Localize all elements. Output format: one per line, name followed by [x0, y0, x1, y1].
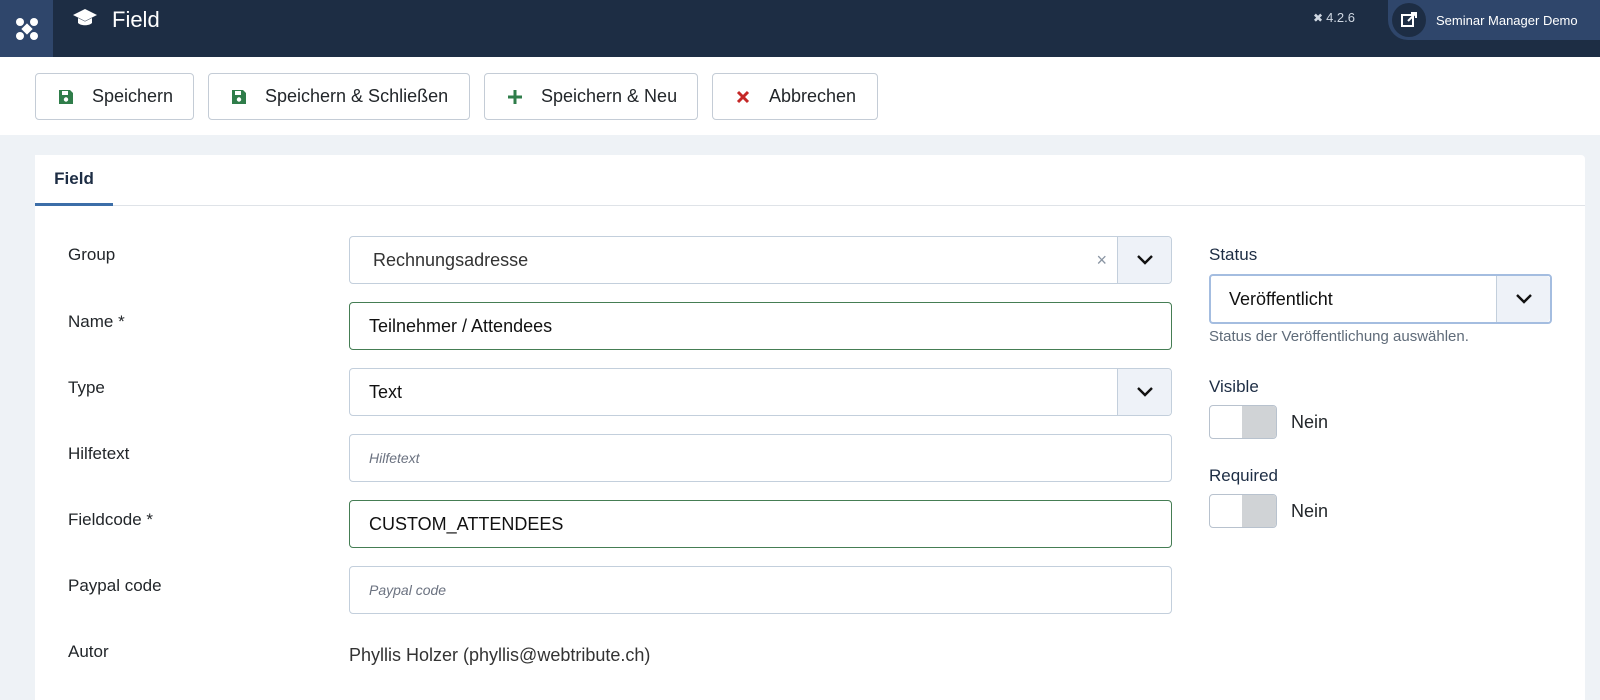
top-header: Field ✖ 4.2.6 Seminar Manager Demo [0, 0, 1600, 57]
type-select[interactable]: Text [349, 368, 1172, 416]
visible-toggle[interactable] [1209, 405, 1277, 439]
type-label: Type [68, 378, 105, 397]
chevron-down-icon[interactable] [1117, 237, 1171, 283]
fieldcode-input[interactable]: CUSTOM_ATTENDEES [349, 500, 1172, 548]
autor-value: Phyllis Holzer (phyllis@webtribute.ch) [349, 645, 651, 665]
page-title: Field [112, 7, 160, 32]
visible-label: Visible [1209, 377, 1259, 396]
edit-card: Field Group Rechnungsadresse × Name * Te… [35, 155, 1585, 700]
clear-icon[interactable]: × [1096, 250, 1107, 271]
save-button[interactable]: Speichern [35, 73, 194, 120]
save-new-label: Speichern & Neu [541, 86, 678, 106]
tab-bar: Field [35, 155, 1585, 206]
graduation-cap-icon [72, 8, 98, 33]
visible-value: Nein [1291, 412, 1329, 432]
site-link-button[interactable]: Seminar Manager Demo [1388, 0, 1600, 40]
required-value: Nein [1291, 501, 1329, 521]
hilfetext-input[interactable]: Hilfetext [349, 434, 1172, 482]
save-close-button[interactable]: Speichern & Schließen [208, 73, 470, 120]
hilfetext-label: Hilfetext [68, 444, 130, 463]
paypal-input[interactable]: Paypal code [349, 566, 1172, 614]
cancel-button[interactable]: Abbrechen [712, 73, 878, 120]
joomla-logo-icon[interactable] [0, 0, 53, 57]
page-heading: Field [72, 0, 160, 40]
name-input[interactable]: Teilnehmer / Attendees [349, 302, 1172, 350]
close-icon [733, 87, 753, 107]
save-close-label: Speichern & Schließen [265, 86, 449, 106]
required-label: Required [1209, 466, 1278, 485]
version-label: 4.2.6 [1326, 10, 1355, 25]
toolbar: Speichern Speichern & Schließen Speicher… [0, 57, 1600, 135]
chevron-down-icon[interactable] [1496, 276, 1550, 322]
fieldcode-value: CUSTOM_ATTENDEES [369, 513, 564, 534]
save-label: Speichern [92, 86, 174, 106]
name-label: Name * [68, 312, 125, 331]
hilfetext-placeholder: Hilfetext [369, 450, 420, 466]
toggle-knob [1242, 406, 1276, 438]
site-name: Seminar Manager Demo [1436, 12, 1578, 28]
status-select[interactable]: Veröffentlicht [1209, 274, 1552, 324]
group-label: Group [68, 245, 116, 264]
paypal-label: Paypal code [68, 576, 162, 595]
floppy-disk-icon [56, 87, 76, 107]
name-value: Teilnehmer / Attendees [369, 315, 553, 336]
status-label: Status [1209, 245, 1258, 264]
required-toggle[interactable] [1209, 494, 1277, 528]
group-value: Rechnungsadresse [373, 249, 529, 270]
floppy-disk-icon [229, 87, 249, 107]
autor-label: Autor [68, 642, 109, 661]
status-value: Veröffentlicht [1229, 288, 1333, 309]
chevron-down-icon[interactable] [1117, 369, 1171, 415]
status-hint: Status der Veröffentlichung auswählen. [1209, 328, 1469, 345]
cancel-label: Abbrechen [769, 86, 857, 106]
external-link-icon [1392, 3, 1426, 37]
group-select[interactable]: Rechnungsadresse × [349, 236, 1172, 284]
save-new-button[interactable]: Speichern & Neu [484, 73, 698, 120]
tab-field[interactable]: Field [35, 155, 113, 206]
paypal-placeholder: Paypal code [369, 582, 447, 598]
version-info: ✖ 4.2.6 [1313, 10, 1355, 25]
toggle-knob [1242, 495, 1276, 527]
joomla-small-icon: ✖ [1313, 10, 1324, 25]
type-value: Text [369, 381, 403, 402]
plus-icon [505, 87, 525, 107]
fieldcode-label: Fieldcode * [68, 510, 154, 529]
